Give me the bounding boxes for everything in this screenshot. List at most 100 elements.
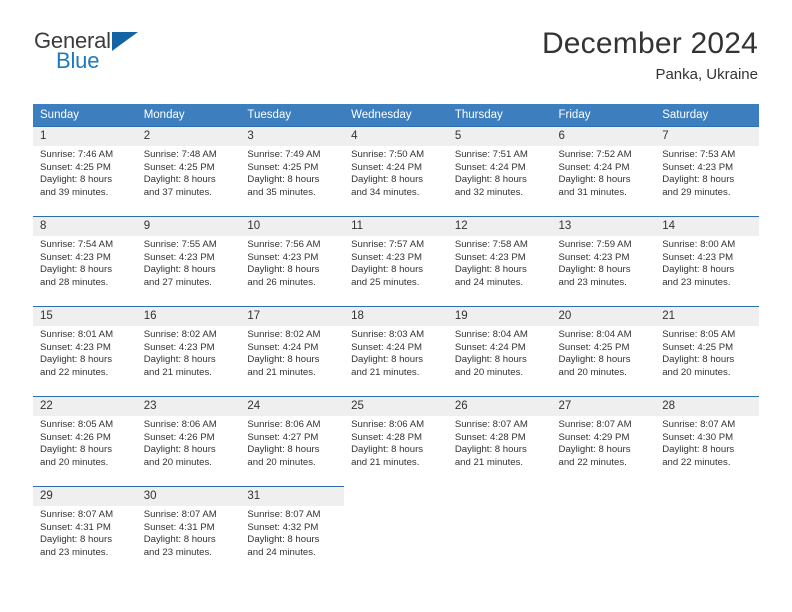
day-cell[interactable]: 27 Sunrise: 8:07 AM Sunset: 4:29 PM Dayligh…	[551, 396, 656, 484]
day-cell[interactable]: 6 Sunrise: 7:52 AM Sunset: 4:24 PM Daylight…	[551, 126, 656, 214]
day-cell[interactable]: 16 Sunrise: 8:02 AM Sunset: 4:23 PM Dayligh…	[136, 306, 241, 394]
day-cell[interactable]: 12 Sunrise: 7:58 AM Sunset: 4:23 PM Dayligh…	[447, 216, 552, 304]
day-sun-info: Sunrise: 8:05 AM Sunset: 4:25 PM Daylight:…	[655, 326, 759, 379]
day-sun-info: Sunrise: 8:00 AM Sunset: 4:23 PM Daylight:…	[655, 236, 759, 289]
daylight-duration-line1: Daylight: 8 hours	[143, 534, 216, 546]
sunset-time: Sunset: 4:24 PM	[454, 341, 526, 353]
sunrise-time: Sunrise: 8:02 AM	[247, 329, 321, 340]
day-cell[interactable]: 13 Sunrise: 7:59 AM Sunset: 4:23 PM Dayligh…	[551, 216, 656, 304]
sunrise-time: Sunrise: 8:05 AM	[662, 329, 736, 340]
calendar-day-cell: 22 Sunrise: 8:05 AM Sunset: 4:26 PM Dayligh…	[33, 396, 137, 486]
day-number: 14	[655, 217, 759, 236]
daylight-duration-line1: Daylight: 8 hours	[40, 354, 112, 366]
daylight-duration-line2: and 23 minutes.	[143, 546, 212, 558]
sunrise-time: Sunrise: 7:48 AM	[143, 149, 217, 160]
day-cell[interactable]: 3 Sunrise: 7:49 AM Sunset: 4:25 PM Daylight…	[240, 126, 345, 214]
day-cell[interactable]: 9 Sunrise: 7:55 AM Sunset: 4:23 PM Daylight…	[136, 216, 241, 304]
day-cell[interactable]: 20 Sunrise: 8:04 AM Sunset: 4:25 PM Dayligh…	[551, 306, 656, 394]
daylight-duration-line1: Daylight: 8 hours	[40, 444, 112, 456]
daylight-duration-line2: and 32 minutes.	[454, 186, 524, 198]
sunset-time: Sunset: 4:25 PM	[40, 161, 111, 173]
calendar-day-cell: 4 Sunrise: 7:50 AM Sunset: 4:24 PM Daylight…	[344, 126, 448, 216]
day-cell[interactable]: 25 Sunrise: 8:06 AM Sunset: 4:28 PM Dayligh…	[344, 396, 448, 484]
daylight-duration-line1: Daylight: 8 hours	[558, 174, 631, 186]
sunrise-time: Sunrise: 8:06 AM	[143, 419, 217, 430]
sunrise-time: Sunrise: 7:56 AM	[247, 239, 321, 250]
daylight-duration-line1: Daylight: 8 hours	[351, 444, 424, 456]
day-cell[interactable]: 28 Sunrise: 8:07 AM Sunset: 4:30 PM Dayligh…	[655, 396, 759, 484]
sunset-time: Sunset: 4:23 PM	[662, 251, 734, 263]
day-cell[interactable]: 7 Sunrise: 7:53 AM Sunset: 4:23 PM Daylight…	[655, 126, 759, 214]
daylight-duration-line1: Daylight: 8 hours	[662, 174, 735, 186]
day-cell[interactable]: 1 Sunrise: 7:46 AM Sunset: 4:25 PM Daylight…	[33, 126, 137, 214]
day-sun-info: Sunrise: 7:48 AM Sunset: 4:25 PM Daylight:…	[137, 146, 241, 199]
day-cell[interactable]: 29 Sunrise: 8:07 AM Sunset: 4:31 PM Dayligh…	[33, 486, 137, 574]
day-number: 12	[447, 217, 552, 236]
daylight-duration-line2: and 22 minutes.	[662, 456, 731, 468]
day-number: 20	[551, 307, 656, 326]
weekday-header-tuesday: Tuesday	[240, 104, 345, 126]
daylight-duration-line1: Daylight: 8 hours	[662, 264, 735, 276]
calendar-day-cell: 23 Sunrise: 8:06 AM Sunset: 4:26 PM Dayligh…	[136, 396, 241, 486]
day-cell[interactable]: 14 Sunrise: 8:00 AM Sunset: 4:23 PM Dayligh…	[655, 216, 759, 304]
day-cell[interactable]: 22 Sunrise: 8:05 AM Sunset: 4:26 PM Dayligh…	[33, 396, 137, 484]
weekday-header-sunday: Sunday	[33, 104, 137, 126]
calendar-page: General Blue December 2024 Panka, Ukrain…	[0, 0, 792, 612]
calendar-day-cell: 18 Sunrise: 8:03 AM Sunset: 4:24 PM Dayligh…	[344, 306, 448, 396]
daylight-duration-line2: and 20 minutes.	[662, 366, 731, 378]
daylight-duration-line2: and 27 minutes.	[143, 276, 212, 288]
day-cell[interactable]: 18 Sunrise: 8:03 AM Sunset: 4:24 PM Dayligh…	[344, 306, 448, 394]
day-cell[interactable]: 5 Sunrise: 7:51 AM Sunset: 4:24 PM Daylight…	[447, 126, 552, 214]
day-sun-info: Sunrise: 8:04 AM Sunset: 4:25 PM Daylight:…	[552, 326, 656, 379]
calendar-day-cell: 8 Sunrise: 7:54 AM Sunset: 4:23 PM Daylight…	[33, 216, 137, 306]
day-number: 2	[136, 127, 241, 146]
day-number: 27	[551, 397, 656, 416]
day-number: 15	[33, 307, 137, 326]
daylight-duration-line1: Daylight: 8 hours	[143, 444, 216, 456]
day-number: 13	[551, 217, 656, 236]
sunrise-time: Sunrise: 7:46 AM	[40, 149, 114, 160]
day-cell[interactable]: 15 Sunrise: 8:01 AM Sunset: 4:23 PM Dayligh…	[33, 306, 137, 394]
day-sun-info: Sunrise: 7:54 AM Sunset: 4:23 PM Daylight:…	[33, 236, 137, 289]
page-header: General Blue December 2024 Panka, Ukrain…	[0, 0, 792, 85]
calendar-day-cell: 3 Sunrise: 7:49 AM Sunset: 4:25 PM Daylight…	[240, 126, 345, 216]
day-cell[interactable]: 21 Sunrise: 8:05 AM Sunset: 4:25 PM Dayligh…	[655, 306, 759, 394]
day-cell[interactable]: 26 Sunrise: 8:07 AM Sunset: 4:28 PM Dayligh…	[447, 396, 552, 484]
day-cell[interactable]: 2 Sunrise: 7:48 AM Sunset: 4:25 PM Daylight…	[136, 126, 241, 214]
sunrise-time: Sunrise: 8:06 AM	[351, 419, 425, 430]
weekday-header-monday: Monday	[136, 104, 241, 126]
day-cell[interactable]: 31 Sunrise: 8:07 AM Sunset: 4:32 PM Dayligh…	[240, 486, 345, 574]
daylight-duration-line1: Daylight: 8 hours	[247, 174, 320, 186]
day-number: 3	[240, 127, 345, 146]
calendar-day-cell: 13 Sunrise: 7:59 AM Sunset: 4:23 PM Dayligh…	[551, 216, 656, 306]
sunrise-time: Sunrise: 7:54 AM	[40, 239, 114, 250]
sunset-time: Sunset: 4:26 PM	[143, 431, 215, 443]
day-number	[655, 486, 759, 505]
sunset-time: Sunset: 4:23 PM	[662, 161, 734, 173]
day-cell[interactable]: 11 Sunrise: 7:57 AM Sunset: 4:23 PM Dayligh…	[344, 216, 448, 304]
daylight-duration-line2: and 21 minutes.	[351, 366, 420, 378]
daylight-duration-line2: and 21 minutes.	[247, 366, 316, 378]
day-sun-info: Sunrise: 7:53 AM Sunset: 4:23 PM Daylight:…	[655, 146, 759, 199]
day-cell[interactable]: 17 Sunrise: 8:02 AM Sunset: 4:24 PM Dayligh…	[240, 306, 345, 394]
sunset-time: Sunset: 4:28 PM	[351, 431, 423, 443]
day-number: 8	[33, 217, 137, 236]
day-sun-info: Sunrise: 8:06 AM Sunset: 4:28 PM Daylight:…	[344, 416, 448, 469]
sunset-time: Sunset: 4:24 PM	[247, 341, 319, 353]
daylight-duration-line2: and 21 minutes.	[454, 456, 524, 468]
day-cell[interactable]: 8 Sunrise: 7:54 AM Sunset: 4:23 PM Daylight…	[33, 216, 137, 304]
day-cell[interactable]: 10 Sunrise: 7:56 AM Sunset: 4:23 PM Dayligh…	[240, 216, 345, 304]
day-cell[interactable]: 30 Sunrise: 8:07 AM Sunset: 4:31 PM Dayligh…	[136, 486, 241, 574]
day-cell[interactable]: 23 Sunrise: 8:06 AM Sunset: 4:26 PM Dayligh…	[136, 396, 241, 484]
generalblue-logo[interactable]: General Blue	[34, 26, 144, 78]
daylight-duration-line2: and 22 minutes.	[40, 366, 109, 378]
calendar-week-row: 29 Sunrise: 8:07 AM Sunset: 4:31 PM Dayligh…	[33, 486, 759, 576]
calendar-day-cell: 25 Sunrise: 8:06 AM Sunset: 4:28 PM Dayligh…	[344, 396, 448, 486]
day-cell[interactable]: 4 Sunrise: 7:50 AM Sunset: 4:24 PM Daylight…	[344, 126, 448, 214]
day-cell[interactable]: 19 Sunrise: 8:04 AM Sunset: 4:24 PM Dayligh…	[447, 306, 552, 394]
day-cell[interactable]: 24 Sunrise: 8:06 AM Sunset: 4:27 PM Dayligh…	[240, 396, 345, 484]
calendar-day-cell: 26 Sunrise: 8:07 AM Sunset: 4:28 PM Dayligh…	[447, 396, 552, 486]
calendar-day-cell: 30 Sunrise: 8:07 AM Sunset: 4:31 PM Dayligh…	[136, 486, 241, 576]
day-sun-info	[552, 505, 656, 508]
daylight-duration-line1: Daylight: 8 hours	[40, 534, 112, 546]
